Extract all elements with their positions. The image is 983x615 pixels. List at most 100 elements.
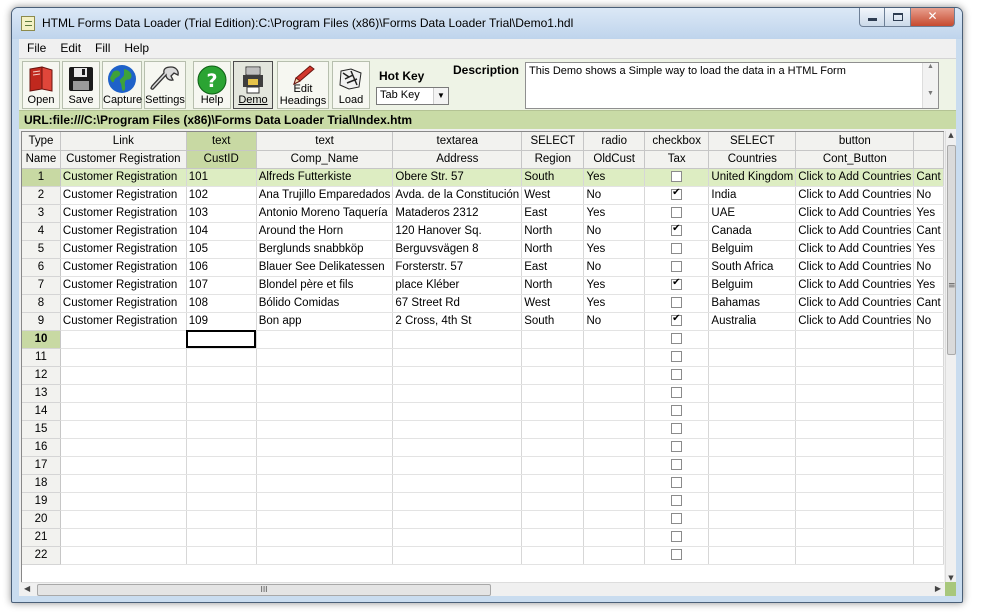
table-row[interactable]: 20: [22, 510, 944, 529]
extra-cell[interactable]: [913, 366, 944, 385]
custid-cell[interactable]: [186, 456, 257, 475]
settings-button[interactable]: Settings: [144, 61, 186, 109]
cont-button-cell[interactable]: [795, 510, 915, 529]
menu-fill[interactable]: Fill: [88, 39, 117, 58]
address-cell[interactable]: [392, 330, 523, 349]
comp-name-cell[interactable]: Ana Trujillo Emparedados: [256, 186, 394, 205]
tax-cell[interactable]: [644, 546, 710, 565]
cont-button-cell[interactable]: [795, 330, 915, 349]
row-number[interactable]: 1: [22, 168, 61, 187]
region-cell[interactable]: [521, 366, 585, 385]
checkbox-icon[interactable]: [671, 369, 683, 381]
region-cell[interactable]: North: [521, 222, 585, 241]
checkbox-icon[interactable]: [671, 531, 683, 543]
table-row[interactable]: 19: [22, 492, 944, 511]
comp-name-cell[interactable]: [256, 330, 394, 349]
countries-cell[interactable]: Bahamas: [708, 294, 797, 313]
name-header-region[interactable]: Region: [521, 150, 585, 169]
oldcust-cell[interactable]: Yes: [583, 204, 645, 223]
checkbox-checked-icon[interactable]: [671, 223, 683, 237]
comp-name-cell[interactable]: [256, 402, 394, 421]
row-number[interactable]: 20: [22, 510, 61, 529]
extra-cell[interactable]: Cant: [913, 168, 944, 187]
link-cell[interactable]: Customer Registration: [60, 276, 187, 295]
region-cell[interactable]: North: [521, 276, 585, 295]
table-row[interactable]: 22: [22, 546, 944, 565]
region-cell[interactable]: [521, 384, 585, 403]
name-header-tax[interactable]: Tax: [644, 150, 710, 169]
name-header-link[interactable]: Customer Registration: [60, 150, 187, 169]
cont-button-cell[interactable]: Click to Add Countries: [795, 240, 915, 259]
tax-cell[interactable]: [644, 438, 710, 457]
countries-cell[interactable]: [708, 492, 797, 511]
help-button[interactable]: ? Help: [193, 61, 231, 109]
countries-cell[interactable]: [708, 348, 797, 367]
table-row[interactable]: 21: [22, 528, 944, 547]
checkbox-icon[interactable]: [671, 495, 683, 507]
address-cell[interactable]: [392, 438, 523, 457]
extra-cell[interactable]: Cant: [913, 222, 944, 241]
address-cell[interactable]: Forsterstr. 57: [392, 258, 523, 277]
comp-name-cell[interactable]: [256, 528, 394, 547]
scroll-left-icon[interactable]: ◀: [24, 584, 30, 593]
extra-cell[interactable]: [913, 420, 944, 439]
tax-cell[interactable]: [644, 420, 710, 439]
link-cell[interactable]: [60, 528, 187, 547]
custid-cell[interactable]: 106: [186, 258, 257, 277]
region-cell[interactable]: [521, 492, 585, 511]
cont-button-cell[interactable]: Click to Add Countries: [795, 204, 915, 223]
table-row[interactable]: 8 Customer Registration 108 Bólido Comidas …: [22, 294, 944, 313]
tax-cell[interactable]: [644, 186, 710, 205]
comp-name-cell[interactable]: [256, 420, 394, 439]
row-number[interactable]: 2: [22, 186, 61, 205]
row-number[interactable]: 11: [22, 348, 61, 367]
cont-button-cell[interactable]: Click to Add Countries: [795, 222, 915, 241]
countries-cell[interactable]: [708, 366, 797, 385]
checkbox-checked-icon[interactable]: [671, 313, 683, 327]
vertical-scrollbar[interactable]: ▲ ≡ ▼: [945, 131, 956, 582]
checkbox-icon[interactable]: [671, 243, 683, 255]
countries-cell[interactable]: [708, 456, 797, 475]
checkbox-icon[interactable]: [671, 405, 683, 417]
region-cell[interactable]: [521, 438, 585, 457]
link-cell[interactable]: Customer Registration: [60, 204, 187, 223]
address-cell[interactable]: 120 Hanover Sq.: [392, 222, 523, 241]
cont-button-cell[interactable]: [795, 438, 915, 457]
cont-button-cell[interactable]: [795, 528, 915, 547]
type-header-link[interactable]: Link: [60, 132, 187, 151]
name-header-countries[interactable]: Countries: [708, 150, 797, 169]
address-cell[interactable]: 67 Street Rd: [392, 294, 523, 313]
link-cell[interactable]: [60, 402, 187, 421]
table-row[interactable]: 2 Customer Registration 102 Ana Trujillo Em…: [22, 186, 944, 205]
table-row[interactable]: 6 Customer Registration 106 Blauer See Deli…: [22, 258, 944, 277]
oldcust-cell[interactable]: [583, 402, 645, 421]
table-row[interactable]: 14: [22, 402, 944, 421]
vertical-scroll-thumb[interactable]: [947, 145, 956, 355]
countries-cell[interactable]: [708, 420, 797, 439]
tax-cell[interactable]: [644, 168, 710, 187]
tax-cell[interactable]: [644, 222, 710, 241]
oldcust-cell[interactable]: [583, 528, 645, 547]
cont-button-cell[interactable]: [795, 402, 915, 421]
custid-cell[interactable]: 102: [186, 186, 257, 205]
region-cell[interactable]: South: [521, 312, 585, 331]
table-row[interactable]: 16: [22, 438, 944, 457]
name-header-extra[interactable]: [913, 150, 944, 169]
cont-button-cell[interactable]: [795, 492, 915, 511]
scroll-down-icon[interactable]: ▼: [923, 90, 938, 97]
table-row[interactable]: 11: [22, 348, 944, 367]
link-cell[interactable]: Customer Registration: [60, 186, 187, 205]
region-cell[interactable]: East: [521, 204, 585, 223]
custid-cell[interactable]: 107: [186, 276, 257, 295]
name-header-oldcust[interactable]: OldCust: [583, 150, 645, 169]
address-cell[interactable]: Mataderos 2312: [392, 204, 523, 223]
row-number[interactable]: 6: [22, 258, 61, 277]
countries-cell[interactable]: Belguim: [708, 240, 797, 259]
scroll-right-icon[interactable]: ▶: [935, 584, 941, 593]
countries-cell[interactable]: [708, 528, 797, 547]
custid-cell[interactable]: [186, 330, 257, 349]
table-row[interactable]: 15: [22, 420, 944, 439]
oldcust-cell[interactable]: No: [583, 312, 645, 331]
extra-cell[interactable]: [913, 348, 944, 367]
custid-cell[interactable]: [186, 474, 257, 493]
